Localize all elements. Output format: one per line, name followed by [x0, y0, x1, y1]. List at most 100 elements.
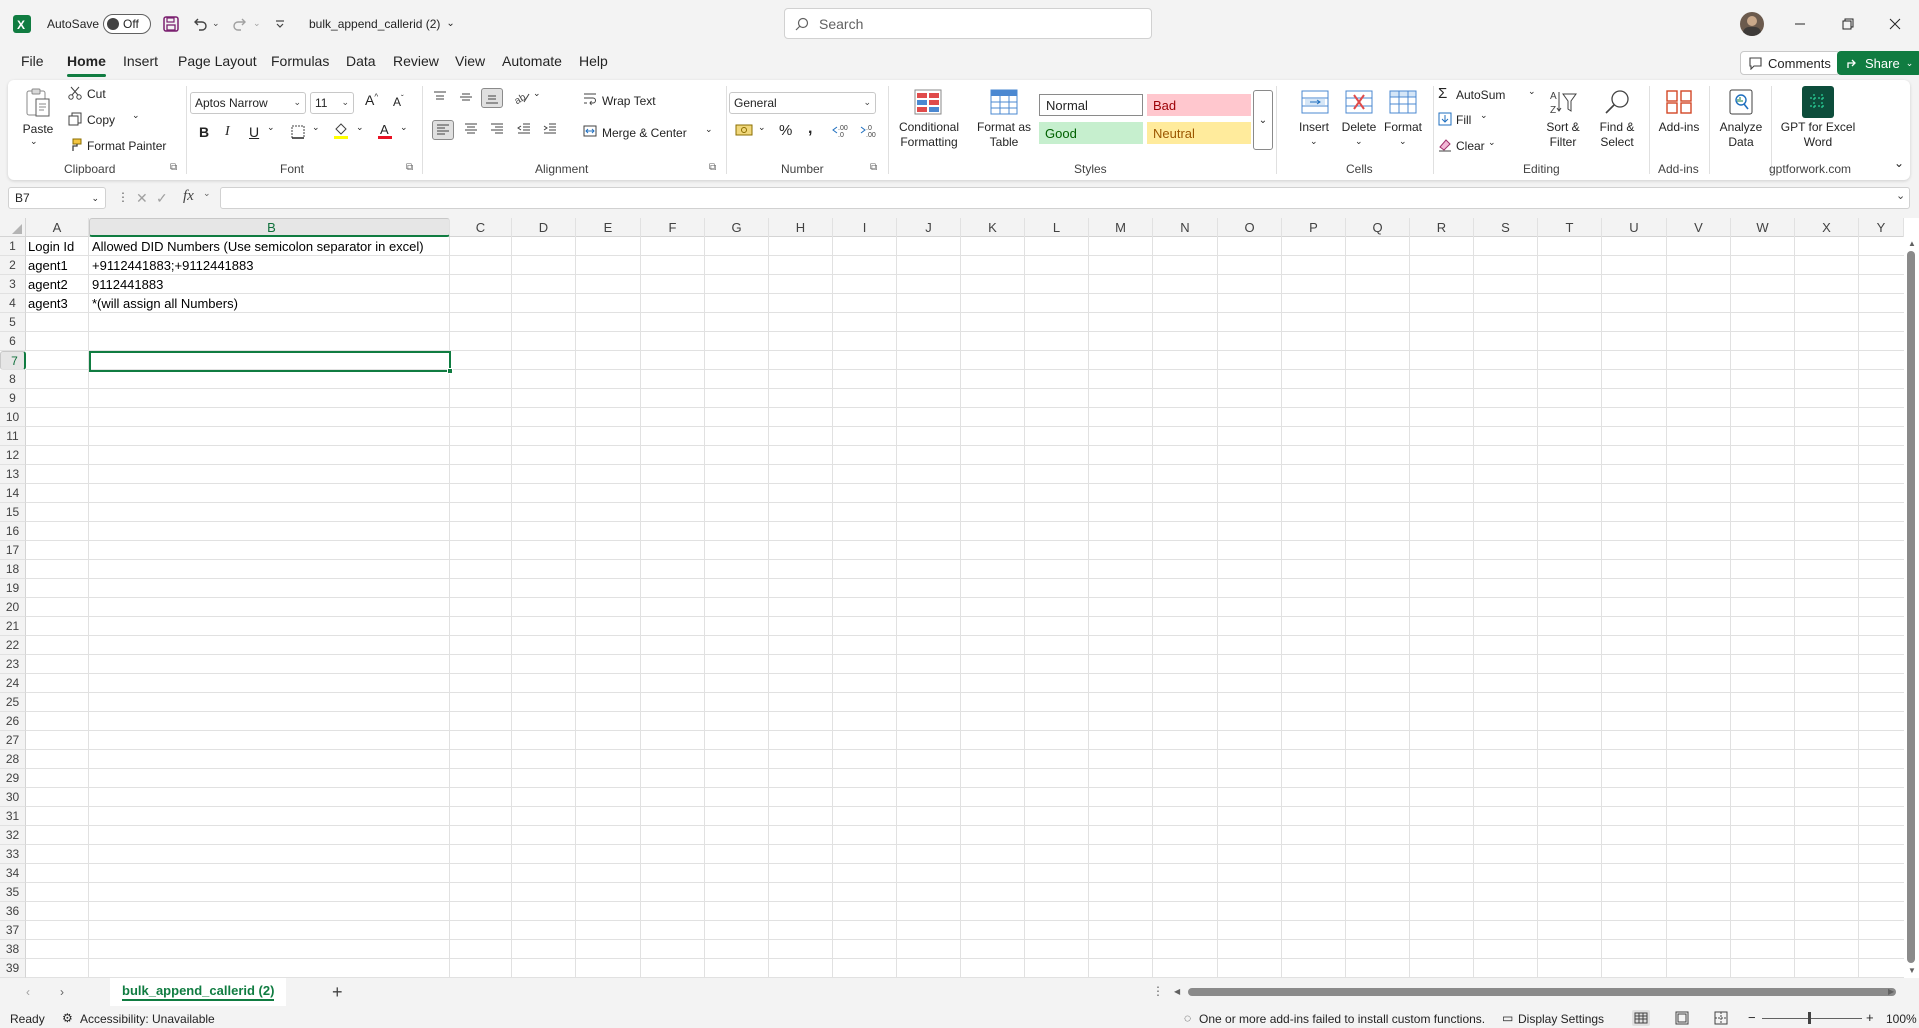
fill-label[interactable]: Fill — [1456, 113, 1471, 127]
collapse-ribbon-icon[interactable]: ⌄ — [1894, 156, 1904, 170]
redo-icon[interactable] — [232, 0, 248, 47]
clear-dropdown-icon[interactable]: ⌄ — [1488, 137, 1496, 148]
vertical-scrollbar[interactable]: ▲ ▼ — [1904, 237, 1919, 978]
italic-button[interactable]: I — [225, 124, 230, 140]
wrap-text-label[interactable]: Wrap Text — [602, 94, 656, 108]
cut-icon[interactable] — [68, 86, 82, 100]
autosum-label[interactable]: AutoSum — [1456, 88, 1505, 102]
row-header-9[interactable]: 9 — [0, 389, 26, 408]
column-header-G[interactable]: G — [705, 218, 769, 237]
vertical-scroll-thumb[interactable] — [1907, 251, 1915, 963]
format-cells-icon[interactable] — [1388, 88, 1418, 116]
fill-handle[interactable] — [447, 368, 453, 374]
analyze-data-label[interactable]: Analyze Data — [1713, 120, 1769, 150]
tab-split-icon[interactable]: ⋮ — [1152, 984, 1164, 998]
conditional-formatting-icon[interactable] — [913, 88, 943, 116]
borders-dropdown-icon[interactable]: ⌄ — [312, 122, 320, 133]
scroll-down-icon[interactable]: ▼ — [1908, 966, 1916, 975]
accessibility-icon[interactable]: ⚙ — [62, 1011, 73, 1025]
row-header-22[interactable]: 22 — [0, 636, 26, 655]
row-header-20[interactable]: 20 — [0, 598, 26, 617]
tab-data[interactable]: Data — [346, 53, 376, 75]
align-right-icon[interactable] — [489, 122, 505, 136]
fx-dropdown-icon[interactable]: ⌄ — [203, 188, 211, 199]
dialog-launcher-icon[interactable]: ⧉ — [870, 162, 877, 173]
insert-cells-icon[interactable] — [1300, 88, 1330, 116]
row-header-36[interactable]: 36 — [0, 902, 26, 921]
percent-style-icon[interactable]: % — [779, 122, 792, 139]
addins-warning-icon[interactable]: ◌ — [1184, 1011, 1191, 1025]
format-painter-icon[interactable] — [68, 138, 82, 152]
column-header-T[interactable]: T — [1538, 218, 1602, 237]
sort-filter-label[interactable]: Sort & Filter — [1536, 120, 1590, 150]
analyze-data-icon[interactable] — [1726, 88, 1756, 116]
row-header-37[interactable]: 37 — [0, 921, 26, 940]
row-header-10[interactable]: 10 — [0, 408, 26, 427]
row-header-17[interactable]: 17 — [0, 541, 26, 560]
fill-color-dropdown-icon[interactable]: ⌄ — [356, 122, 364, 133]
tab-home[interactable]: Home — [67, 53, 106, 77]
insert-cells-label[interactable]: Insert — [1290, 120, 1338, 135]
row-header-2[interactable]: 2 — [0, 256, 26, 275]
enter-icon[interactable]: ✓ — [156, 190, 168, 207]
accounting-dropdown-icon[interactable]: ⌄ — [758, 122, 766, 133]
column-header-R[interactable]: R — [1410, 218, 1474, 237]
row-header-27[interactable]: 27 — [0, 731, 26, 750]
cut-label[interactable]: Cut — [87, 87, 106, 101]
underline-button[interactable]: U — [249, 124, 259, 140]
merge-center-label[interactable]: Merge & Center — [602, 126, 687, 140]
align-top-icon[interactable] — [432, 90, 448, 104]
accessibility-status[interactable]: Accessibility: Unavailable — [80, 1012, 215, 1026]
delete-cells-icon[interactable] — [1344, 88, 1374, 116]
add-sheet-button[interactable]: + — [332, 982, 343, 1003]
column-header-F[interactable]: F — [641, 218, 705, 237]
find-select-label[interactable]: Find & Select — [1590, 120, 1644, 150]
column-header-I[interactable]: I — [833, 218, 897, 237]
increase-decimal-icon[interactable]: .00.0 — [832, 122, 852, 138]
scroll-up-icon[interactable]: ▲ — [1908, 239, 1916, 248]
cell-B2[interactable]: +9112441883;+9112441883 — [90, 256, 253, 275]
clear-label[interactable]: Clear — [1456, 139, 1485, 153]
row-header-23[interactable]: 23 — [0, 655, 26, 674]
column-header-A[interactable]: A — [26, 218, 89, 237]
row-header-6[interactable]: 6 — [0, 332, 26, 351]
autosave-toggle[interactable]: Off — [103, 0, 151, 47]
zoom-slider[interactable] — [1762, 1018, 1862, 1019]
column-header-M[interactable]: M — [1089, 218, 1153, 237]
tab-formulas[interactable]: Formulas — [271, 53, 329, 75]
align-middle-icon[interactable] — [458, 90, 474, 104]
row-header-1[interactable]: 1 — [0, 237, 26, 256]
column-header-E[interactable]: E — [576, 218, 641, 237]
tab-insert[interactable]: Insert — [123, 53, 158, 75]
column-header-S[interactable]: S — [1474, 218, 1538, 237]
paste-icon[interactable] — [24, 86, 52, 120]
format-as-table-icon[interactable] — [989, 88, 1019, 116]
autosum-dropdown-icon[interactable]: ⌄ — [1528, 86, 1536, 97]
insert-function-icon[interactable]: fx — [183, 188, 194, 205]
style-normal[interactable]: Normal — [1039, 94, 1143, 116]
row-header-38[interactable]: 38 — [0, 940, 26, 959]
column-header-X[interactable]: X — [1795, 218, 1859, 237]
prev-sheet-icon[interactable]: ‹ — [26, 985, 30, 999]
column-header-D[interactable]: D — [512, 218, 576, 237]
row-header-35[interactable]: 35 — [0, 883, 26, 902]
search-box[interactable]: Search — [784, 8, 1152, 39]
zoom-out-icon[interactable]: − — [1748, 1010, 1756, 1025]
gpt-label[interactable]: GPT for Excel Word — [1776, 120, 1860, 150]
cell-B3[interactable]: 9112441883 — [90, 275, 163, 294]
row-header-28[interactable]: 28 — [0, 750, 26, 769]
orientation-icon[interactable]: ab — [514, 90, 530, 104]
column-header-H[interactable]: H — [769, 218, 833, 237]
row-header-25[interactable]: 25 — [0, 693, 26, 712]
zoom-level[interactable]: 100% — [1886, 1012, 1917, 1026]
file-name[interactable]: bulk_append_callerid (2) ⌄ — [309, 0, 455, 47]
row-header-19[interactable]: 19 — [0, 579, 26, 598]
orientation-dropdown-icon[interactable]: ⌄ — [533, 88, 541, 99]
chevron-down-icon[interactable]: ⌄ — [30, 136, 38, 147]
fill-dropdown-icon[interactable]: ⌄ — [1480, 110, 1488, 121]
font-color-dropdown-icon[interactable]: ⌄ — [400, 122, 408, 133]
paste-label[interactable]: Paste — [18, 122, 58, 137]
conditional-formatting-label[interactable]: Conditional Formatting — [894, 120, 964, 150]
tab-help[interactable]: Help — [579, 53, 608, 75]
restore-icon[interactable] — [1824, 0, 1872, 47]
